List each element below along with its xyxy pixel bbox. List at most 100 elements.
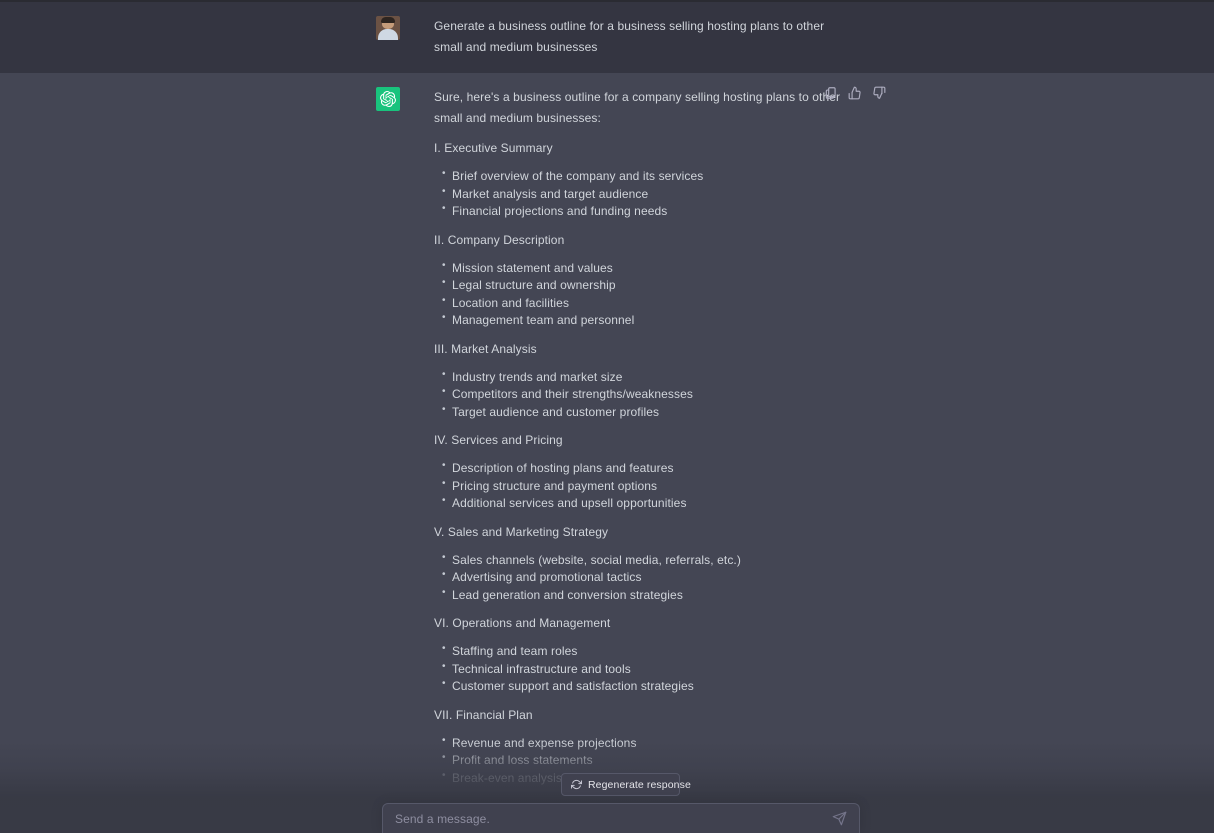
outline-bullet-text: Break-even analysis: [452, 770, 562, 785]
outline-bullet-item: • Competitors and their strengths/weaknes…: [434, 386, 854, 404]
outline-bullet-text: Description of hosting plans and feature…: [452, 461, 674, 475]
outline-bullet-text: Brief overview of the company and its se…: [452, 169, 704, 183]
outline-bullet-list: • Brief overview of the company and its s…: [434, 168, 854, 221]
outline-bullet-text: Industry trends and market size: [452, 369, 623, 384]
refresh-icon: [571, 779, 582, 790]
assistant-outline-sections: I. Executive Summary • Brief overview of t…: [434, 138, 854, 787]
bullet-point-icon: •: [442, 168, 446, 179]
outline-bullet-text: Technical infrastructure and tools: [452, 661, 631, 676]
bullet-point-icon: •: [442, 551, 446, 563]
avatar-hair-shape: [381, 17, 395, 23]
outline-bullet-item: • Target audience and customer profiles: [434, 404, 854, 422]
outline-bullet-text: Competitors and their strengths/weakness…: [452, 387, 693, 401]
outline-bullet-item: • Industry trends and market size: [434, 369, 854, 387]
outline-bullet-item: • Description of hosting plans and featur…: [434, 460, 854, 478]
openai-logo-avatar: [376, 87, 400, 111]
copy-icon[interactable]: [824, 86, 838, 100]
outline-bullet-list: • Industry trends and market size • Competi…: [434, 369, 854, 422]
outline-bullet-item: • Technical infrastructure and tools: [434, 661, 854, 679]
outline-section-heading: II. Company Description: [434, 232, 565, 247]
outline-bullet-item: • Financial projections and funding needs: [434, 203, 854, 221]
outline-bullet-item: • Customer support and satisfaction strat…: [434, 678, 854, 696]
outline-bullet-text: Sales channels (website, social media, r…: [452, 552, 741, 567]
bullet-point-icon: •: [442, 752, 446, 763]
bullet-point-icon: •: [442, 678, 446, 689]
bullet-point-icon: •: [442, 294, 446, 306]
user-message-row: Generate a business outline for a busine…: [0, 2, 1214, 73]
bullet-point-icon: •: [442, 185, 446, 197]
outline-bullet-text: Revenue and expense projections: [452, 735, 637, 750]
outline-bullet-item: • Sales channels (website, social media, …: [434, 552, 854, 570]
avatar-body-shape: [378, 29, 398, 40]
bullet-point-icon: •: [442, 569, 446, 580]
outline-bullet-text: Customer support and satisfaction strate…: [452, 679, 694, 693]
outline-bullet-list: • Staffing and team roles • Technical infra…: [434, 643, 854, 696]
outline-bullet-text: Financial projections and funding needs: [452, 204, 668, 218]
outline-section-heading: V. Sales and Marketing Strategy: [434, 524, 609, 539]
bullet-point-icon: •: [442, 660, 446, 672]
outline-bullet-list: • Sales channels (website, social media, …: [434, 552, 854, 605]
user-message-body: Generate a business outline for a busine…: [434, 16, 844, 73]
outline-bullet-item: • Mission statement and values: [434, 260, 854, 278]
bullet-point-icon: •: [442, 277, 446, 288]
outline-bullet-text: Mission statement and values: [452, 260, 613, 275]
outline-bullet-text: Lead generation and conversion strategie…: [452, 587, 683, 602]
outline-bullet-item: • Advertising and promotional tactics: [434, 569, 854, 587]
user-message-text: Generate a business outline for a busine…: [434, 19, 825, 54]
assistant-message-row: Sure, here's a business outline for a co…: [0, 73, 1214, 833]
outline-bullet-item: • Additional services and upsell opportun…: [434, 495, 854, 513]
bullet-point-icon: •: [442, 403, 446, 415]
bullet-point-icon: •: [442, 734, 446, 746]
bullet-point-icon: •: [442, 386, 446, 397]
bullet-point-icon: •: [442, 259, 446, 271]
message-input[interactable]: [395, 811, 831, 826]
outline-bullet-item: • Revenue and expense projections: [434, 735, 854, 753]
outline-section-heading: VII. Financial Plan: [434, 707, 533, 722]
bullet-point-icon: •: [442, 477, 446, 489]
user-photo-avatar: [376, 16, 400, 40]
assistant-intro-paragraph: Sure, here's a business outline for a co…: [434, 90, 841, 125]
outline-bullet-item: • Location and facilities: [434, 295, 854, 313]
thumbs-up-icon[interactable]: [848, 86, 862, 100]
outline-bullet-text: Staffing and team roles: [452, 644, 578, 658]
outline-section-heading: III. Market Analysis: [434, 341, 537, 356]
outline-bullet-item: • Market analysis and target audience: [434, 186, 854, 204]
message-actions: [824, 86, 886, 100]
thumbs-down-icon[interactable]: [872, 86, 886, 100]
outline-bullet-list: • Description of hosting plans and featur…: [434, 460, 854, 513]
bullet-point-icon: •: [442, 586, 446, 598]
assistant-message-body: Sure, here's a business outline for a co…: [434, 87, 854, 833]
regenerate-response-button[interactable]: Regenerate response: [561, 773, 691, 796]
bullet-point-icon: •: [442, 495, 446, 506]
bullet-point-icon: •: [442, 643, 446, 654]
outline-bullet-item: • Legal structure and ownership: [434, 277, 854, 295]
outline-bullet-item: • Lead generation and conversion strategi…: [434, 587, 854, 605]
outline-bullet-list: • Mission statement and values • Legal stru…: [434, 260, 854, 330]
outline-bullet-text: Profit and loss statements: [452, 753, 593, 767]
bullet-point-icon: •: [442, 203, 446, 214]
outline-bullet-item: • Pricing structure and payment options: [434, 478, 854, 496]
outline-bullet-text: Management team and personnel: [452, 313, 635, 327]
outline-bullet-text: Location and facilities: [452, 295, 570, 310]
send-paper-plane-icon: [832, 811, 846, 826]
bullet-point-icon: •: [442, 368, 446, 380]
outline-bullet-text: Legal structure and ownership: [452, 278, 616, 292]
regenerate-response-label: Regenerate response: [588, 778, 691, 791]
outline-bullet-item: • Brief overview of the company and its s…: [434, 168, 854, 186]
outline-bullet-text: Advertising and promotional tactics: [452, 570, 642, 584]
outline-section-heading: I. Executive Summary: [434, 141, 553, 155]
outline-bullet-text: Target audience and customer profiles: [452, 404, 660, 419]
outline-bullet-item: • Management team and personnel: [434, 312, 854, 330]
outline-bullet-text: Additional services and upsell opportuni…: [452, 496, 687, 510]
bullet-point-icon: •: [442, 769, 446, 781]
outline-section-heading: VI. Operations and Management: [434, 616, 611, 630]
outline-bullet-text: Market analysis and target audience: [452, 186, 649, 201]
bullet-point-icon: •: [442, 312, 446, 323]
bullet-point-icon: •: [442, 460, 446, 471]
outline-section-heading: IV. Services and Pricing: [434, 433, 563, 447]
send-button[interactable]: [831, 811, 847, 827]
outline-bullet-text: Pricing structure and payment options: [452, 478, 658, 493]
outline-bullet-item: • Profit and loss statements: [434, 752, 854, 770]
message-composer: [382, 803, 860, 833]
outline-bullet-item: • Staffing and team roles: [434, 643, 854, 661]
